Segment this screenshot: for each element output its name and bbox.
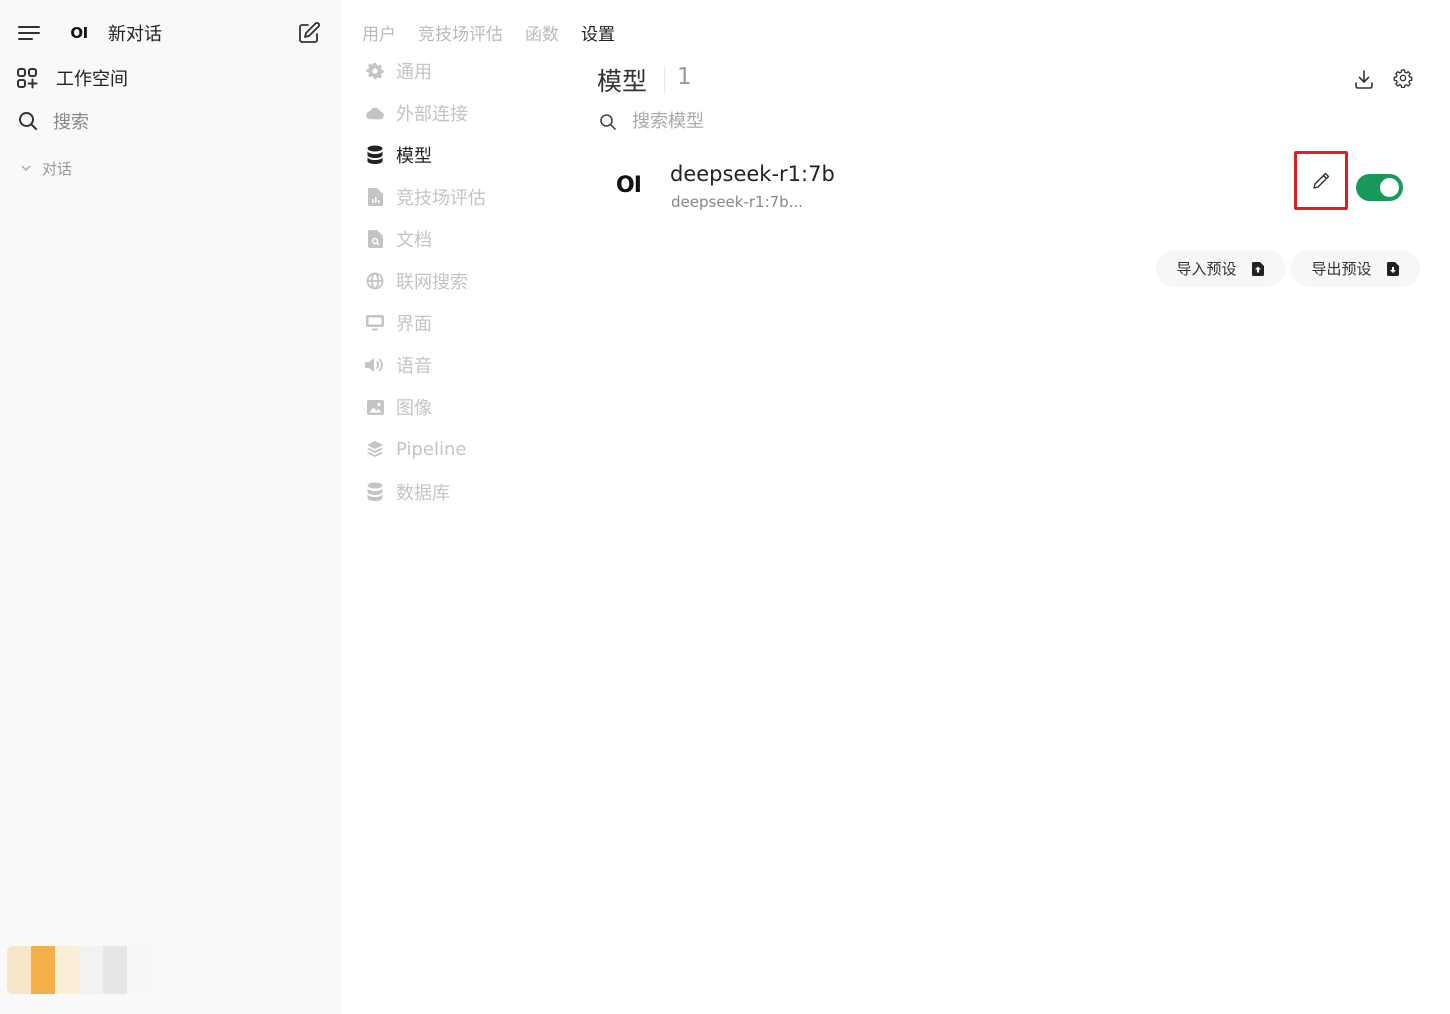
gear-icon [364,60,386,82]
title-divider [664,66,665,94]
database-icon [364,144,386,166]
avatar-tile [55,946,79,994]
chevron-down-icon[interactable] [20,161,34,175]
import-presets-label: 导入预设 [1176,260,1237,278]
avatar-tile [127,946,152,994]
settings-nav-label: 文档 [396,230,432,251]
model-logo: OI [616,173,642,198]
settings-nav-label: 界面 [396,314,432,335]
avatar-tile [31,946,55,994]
search-icon[interactable] [18,110,40,132]
gear-icon[interactable] [1393,68,1415,90]
settings-nav-audio[interactable]: 语音 [364,350,432,380]
edit-model-button[interactable] [1294,151,1348,210]
speaker-icon [364,354,386,376]
document-chart-icon [364,186,386,208]
settings-nav-label: 竞技场评估 [396,188,486,209]
model-enabled-toggle[interactable] [1356,174,1403,201]
settings-nav-label: 数据库 [396,483,450,504]
new-chat-edit-icon[interactable] [296,20,322,46]
cloud-icon [364,102,386,124]
download-icon[interactable] [1353,68,1375,90]
page-title: 模型 [597,67,648,96]
image-icon [364,396,386,418]
export-presets-button[interactable]: 导出预设 [1291,250,1420,287]
conversations-section[interactable]: 对话 [42,158,72,179]
database-icon [364,481,386,503]
import-presets-button[interactable]: 导入预设 [1156,250,1285,287]
admin-tabs: 用户 竞技场评估 函数 设置 [362,20,615,45]
model-name: deepseek-r1:7b [670,162,835,186]
settings-nav-label: 通用 [396,62,432,83]
settings-nav-documents[interactable]: 文档 [364,224,432,254]
search-models-input[interactable] [632,106,1032,136]
tab-users[interactable]: 用户 [362,20,396,45]
settings-nav-label: 语音 [396,356,432,377]
globe-icon [364,270,386,292]
settings-nav-models[interactable]: 模型 [364,140,432,170]
search-icon [599,113,617,131]
pencil-icon [1311,171,1331,191]
menu-icon[interactable] [16,20,42,46]
monitor-icon [364,312,386,334]
search-link[interactable]: 搜索 [53,108,89,134]
settings-nav-label: 模型 [396,146,432,167]
toggle-knob [1380,178,1399,197]
avatar-tile [79,946,103,994]
export-presets-label: 导出预设 [1311,260,1372,278]
workspace-icon[interactable] [16,66,40,90]
settings-nav-images[interactable]: 图像 [364,392,432,422]
app-logo: OI [70,24,88,42]
avatar-tile [103,946,127,994]
model-subtitle: deepseek-r1:7b... [671,193,804,211]
file-download-icon [1386,261,1400,276]
settings-nav-interface[interactable]: 界面 [364,308,432,338]
settings-nav-label: Pipeline [396,438,467,460]
workspace-link[interactable]: 工作空间 [56,65,128,91]
tab-arena[interactable]: 竞技场评估 [418,20,503,45]
new-chat-link[interactable]: 新对话 [108,20,162,46]
file-upload-icon [1251,261,1265,276]
model-count: 1 [677,64,692,90]
settings-nav-database[interactable]: 数据库 [364,477,450,507]
layers-icon [364,438,386,460]
tab-settings[interactable]: 设置 [581,20,615,45]
settings-nav-connections[interactable]: 外部连接 [364,98,468,128]
settings-nav-general[interactable]: 通用 [364,56,432,86]
avatar-tile [7,946,31,994]
settings-nav-arena[interactable]: 竞技场评估 [364,182,486,212]
document-search-icon [364,228,386,250]
user-avatar[interactable] [7,946,152,994]
settings-nav-label: 联网搜索 [396,272,468,293]
sidebar: OI 新对话 工作空间 搜索 对话 [0,0,341,1014]
settings-nav-label: 图像 [396,398,432,419]
settings-nav-web-search[interactable]: 联网搜索 [364,266,468,296]
tab-functions[interactable]: 函数 [525,20,559,45]
settings-nav-pipeline[interactable]: Pipeline [364,434,466,464]
settings-nav-label: 外部连接 [396,104,468,125]
